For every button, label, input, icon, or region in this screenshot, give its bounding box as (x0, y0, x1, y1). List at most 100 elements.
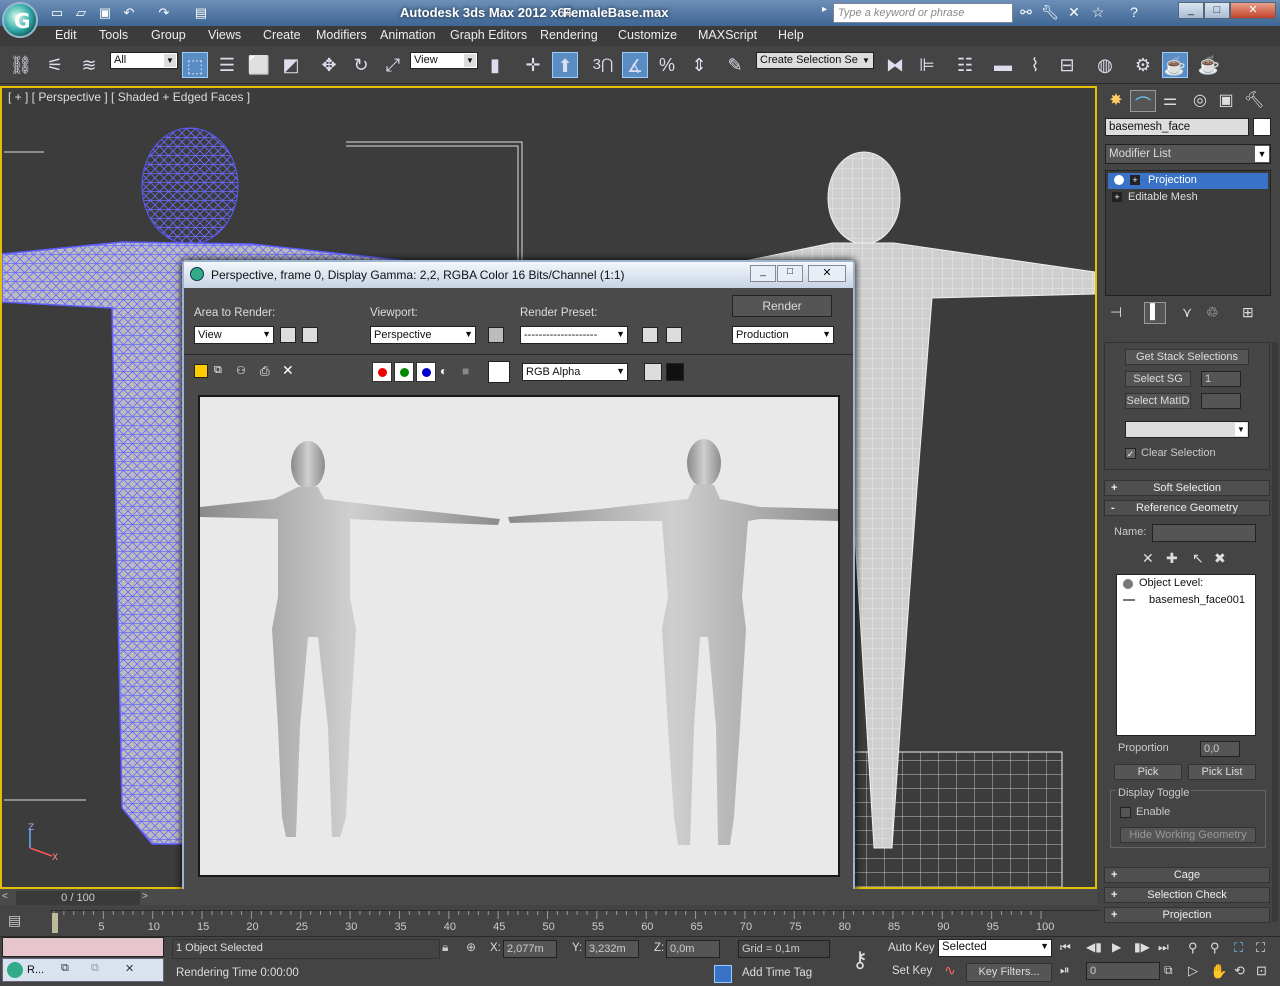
taskbar-close-icon[interactable]: ✕ (125, 962, 141, 978)
reference-geometry-rollout[interactable]: - Reference Geometry (1104, 500, 1270, 516)
x-coordinate-field[interactable]: 2,077m (503, 940, 557, 958)
prev-frame-arrow-icon[interactable]: < (2, 891, 14, 905)
time-tag-icon[interactable] (714, 965, 732, 983)
angle-snap-icon[interactable]: ∡ (622, 52, 648, 78)
soft-selection-rollout[interactable]: + Soft Selection (1104, 480, 1270, 496)
help-icon[interactable]: ? (1124, 4, 1144, 22)
configure-sets-icon[interactable]: ⊞ (1242, 304, 1262, 322)
color-swatch[interactable] (488, 361, 510, 383)
window-crossing-icon[interactable]: ◩ (278, 52, 304, 78)
display-toggle-icon[interactable] (644, 363, 662, 381)
go-to-start-icon[interactable]: ⏮ (1060, 940, 1080, 956)
key-tangent-icon[interactable]: ∿ (938, 962, 962, 982)
pick-object-icon[interactable]: ✕ (1142, 550, 1160, 568)
current-frame-field[interactable]: 0 (1086, 962, 1160, 980)
modify-tab-icon[interactable]: ⌒ (1130, 90, 1156, 114)
add-object-icon[interactable]: ✚ (1166, 550, 1184, 568)
minimize-button[interactable]: _ (1178, 2, 1204, 19)
orbit-icon[interactable]: ⟲ (1234, 963, 1254, 981)
show-end-result-icon[interactable]: ▌ (1144, 302, 1166, 324)
create-tab-icon[interactable]: ✸ (1104, 90, 1128, 112)
rectangular-selection-icon[interactable]: ⬜ (246, 52, 272, 78)
save-file-icon[interactable]: ▣ (96, 4, 114, 21)
projection-rollout[interactable]: + Projection (1104, 907, 1270, 923)
environment-effects-icon[interactable] (666, 327, 682, 343)
taskbar-render-item[interactable]: R... ⧉ ⧉ ✕ (2, 958, 164, 982)
proportion-spinner[interactable]: 0,0 (1200, 741, 1240, 757)
toggle-ui-icon[interactable] (666, 363, 684, 381)
red-channel-toggle[interactable] (372, 362, 392, 382)
rw-close-button[interactable]: ✕ (808, 265, 846, 282)
lock-viewport-icon[interactable] (488, 327, 504, 343)
rw-maximize-button[interactable]: □ (777, 265, 803, 282)
menu-animation[interactable]: Animation (380, 28, 436, 42)
auto-key-button[interactable]: Auto Key (888, 942, 935, 954)
alpha-channel-icon[interactable]: ◐ (440, 364, 454, 378)
previous-frame-icon[interactable]: ◀▮ (1086, 940, 1106, 956)
panel-scrollbar[interactable] (1272, 342, 1278, 922)
search-input[interactable]: Type a keyword or phrase (833, 3, 1013, 23)
area-to-render-dropdown[interactable]: View ▼ (194, 326, 274, 344)
make-unique-icon[interactable]: ⋎ (1182, 304, 1202, 322)
next-frame-arrow-icon[interactable]: > (142, 891, 154, 905)
lightbulb-icon[interactable] (1114, 175, 1124, 185)
next-frame-icon[interactable]: ▮▶ (1134, 940, 1154, 956)
cage-rollout[interactable]: + Cage (1104, 867, 1270, 883)
select-matid-spinner[interactable] (1201, 393, 1241, 409)
menu-edit[interactable]: Edit (55, 28, 77, 42)
rw-minimize-button[interactable]: _ (750, 265, 776, 282)
render-preset-dropdown[interactable]: -------------------- ▼ (520, 326, 628, 344)
menu-rendering[interactable]: Rendering (540, 28, 598, 42)
auto-key-mode-dropdown[interactable]: Selected ▼ (938, 939, 1052, 957)
material-editor-icon[interactable]: ◍ (1092, 52, 1118, 78)
percent-snap-icon[interactable]: % (654, 52, 680, 78)
ref-name-field[interactable] (1152, 524, 1256, 542)
curve-editor-mini-icon[interactable]: ▤ (8, 912, 34, 932)
render-button[interactable]: Render (732, 295, 832, 317)
link-icon[interactable]: ⛓ (8, 52, 34, 78)
z-coordinate-field[interactable]: 0,0m (666, 940, 720, 958)
spinner-snap-icon[interactable]: ⇕ (686, 52, 712, 78)
select-object-small-icon[interactable]: ↖ (1192, 550, 1210, 568)
enable-checkbox[interactable] (1120, 807, 1131, 818)
edit-named-selection-icon[interactable]: ✎ (722, 52, 748, 78)
ref-object-item[interactable]: basemesh_face001 (1149, 594, 1245, 606)
save-image-icon[interactable] (194, 364, 208, 378)
move-icon[interactable]: ✥ (316, 52, 342, 78)
field-of-view-icon[interactable]: ▷ (1188, 963, 1208, 981)
time-config-icon[interactable]: ⧉ (1164, 963, 1180, 979)
stack-item-editable-mesh[interactable]: Editable Mesh (1108, 190, 1268, 206)
menu-create[interactable]: Create (263, 28, 301, 42)
select-by-name-icon[interactable]: ☰ (214, 52, 240, 78)
y-coordinate-field[interactable]: 3,232m (585, 940, 639, 958)
communication-icon[interactable]: ✕ (1064, 4, 1084, 22)
set-key-button[interactable]: Set Key (892, 965, 932, 977)
pivot-center-icon[interactable]: ▮ (482, 52, 508, 78)
scale-icon[interactable]: ⤢ (380, 52, 406, 78)
menu-maxscript[interactable]: MAXScript (698, 28, 757, 42)
taskbar-max-icon[interactable]: ⧉ (91, 962, 107, 978)
pick-button[interactable]: Pick (1114, 764, 1182, 780)
snaps-toggle-icon[interactable]: 3⋂ (590, 52, 616, 78)
maxscript-listener-pink[interactable] (2, 937, 164, 957)
binoculars-icon[interactable]: ⚯ (1016, 4, 1036, 22)
select-sg-spinner[interactable]: 1 (1201, 371, 1241, 387)
graphite-ribbon-icon[interactable]: ▬ (990, 52, 1016, 78)
utilities-tab-icon[interactable]: 🔨︎ (1242, 90, 1266, 112)
absolute-mode-icon[interactable]: ⊕ (466, 940, 482, 956)
menu-graph-editors[interactable]: Graph Editors (450, 28, 527, 42)
viewport-dropdown[interactable]: Perspective ▼ (370, 326, 476, 344)
remove-object-icon[interactable]: ✖ (1214, 550, 1232, 568)
reference-coord-dropdown[interactable]: View ▼ (410, 52, 478, 69)
menu-customize[interactable]: Customize (618, 28, 677, 42)
edit-region-icon[interactable] (280, 327, 296, 343)
render-window-titlebar[interactable]: Perspective, frame 0, Display Gamma: 2,2… (184, 262, 853, 288)
close-button[interactable]: ✕ (1230, 2, 1276, 19)
select-matid-button[interactable]: Select MatID (1125, 393, 1191, 409)
select-sg-button[interactable]: Select SG (1125, 371, 1191, 387)
channel-dropdown[interactable]: RGB Alpha ▼ (522, 363, 628, 381)
mirror-icon[interactable]: ⧓ (882, 52, 908, 78)
curve-editor-icon[interactable]: ⌇ (1022, 52, 1048, 78)
bind-space-warp-icon[interactable]: ≋ (76, 52, 102, 78)
add-time-tag[interactable]: Add Time Tag (742, 967, 812, 979)
